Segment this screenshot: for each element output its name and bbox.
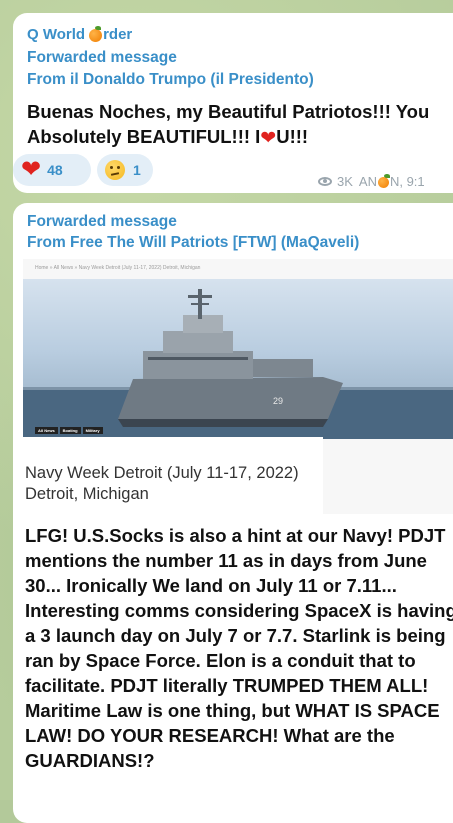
channel-name-prefix: Q World	[27, 26, 86, 43]
thinking-face-icon	[105, 160, 125, 180]
orange-icon	[377, 174, 390, 188]
tag[interactable]: Boating	[59, 427, 81, 434]
svg-text:29: 29	[273, 396, 283, 406]
breadcrumb: Home » All News » Navy Week Detroit (Jul…	[35, 265, 201, 271]
orange-icon	[89, 26, 103, 42]
heart-icon: ❤	[260, 128, 277, 149]
message-line-1: Buenas Noches, my Beautiful Patriotos!!!…	[27, 101, 430, 122]
message-meta: 3K AN N, 9:1	[318, 174, 425, 189]
message-line-2: Absolutely BEAUTIFUL!!! I❤U!!!	[27, 124, 453, 151]
article-caption: Navy Week Detroit (July 11-17, 2022) Det…	[25, 464, 299, 503]
reaction-thinking[interactable]: 1	[97, 154, 153, 186]
tag[interactable]: Military	[82, 427, 103, 434]
author-time: N, 9:1	[389, 174, 425, 189]
red-heart-icon: ❤	[21, 156, 42, 183]
eye-icon	[318, 177, 332, 186]
forwarded-label: Forwarded message	[27, 213, 177, 230]
message-line-2-b: U!!!	[276, 126, 309, 147]
forwarded-from-link[interactable]: From il Donaldo Trumpo (il Presidento)	[27, 71, 314, 89]
ship-illustration: 29	[23, 289, 453, 439]
forwarded-from-link[interactable]: From Free The Will Patriots [FTW] (MaQav…	[27, 234, 359, 252]
author-prefix: AN	[358, 174, 377, 189]
reaction-count: 1	[133, 162, 141, 178]
forwarded-label: Forwarded message	[27, 49, 177, 66]
channel-name-suffix: rder	[103, 26, 133, 43]
tag[interactable]: All News	[35, 427, 58, 434]
message-text: LFG! U.S.Socks is also a hint at our Nav…	[25, 525, 453, 771]
message-text: Buenas Noches, my Beautiful Patriotos!!!…	[27, 99, 453, 151]
reaction-count: 48	[47, 162, 63, 178]
message-bubble-2[interactable]: Forwarded message From Free The Will Pat…	[13, 203, 453, 823]
navy-ship-photo: 29	[23, 279, 453, 439]
reaction-heart[interactable]: ❤ 48	[13, 154, 91, 186]
message-line-2-a: Absolutely BEAUTIFUL!!! I	[27, 126, 261, 147]
article-tags: All News Boating Military	[35, 427, 103, 434]
channel-name[interactable]: Q World rder	[27, 26, 132, 43]
view-count: 3K	[337, 174, 353, 189]
